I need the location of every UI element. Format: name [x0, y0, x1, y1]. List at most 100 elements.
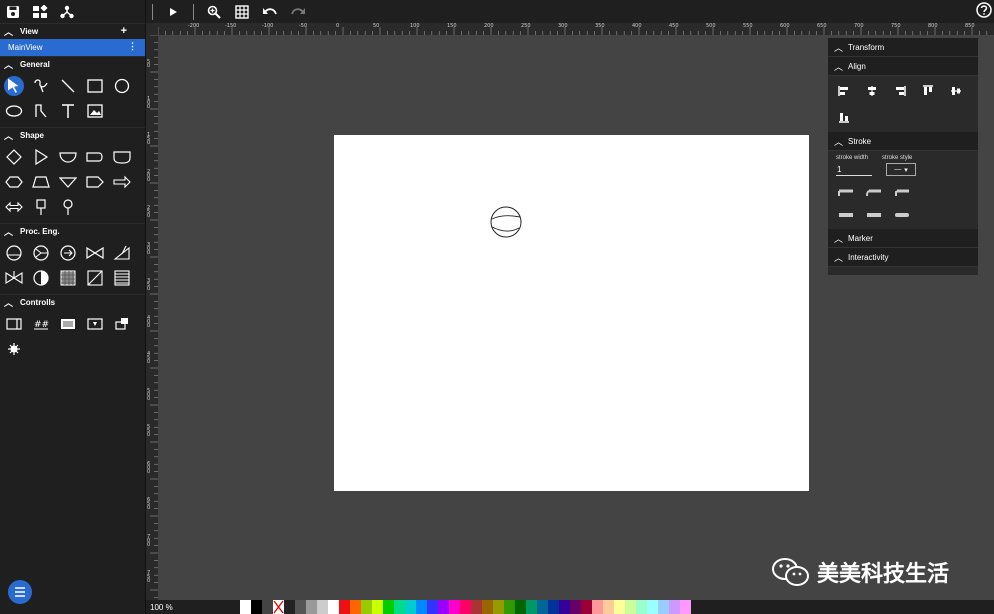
more-vert-icon[interactable]: ⋮ [128, 41, 137, 52]
color-swatch[interactable] [504, 600, 515, 614]
proc-lines-box[interactable] [108, 265, 135, 290]
proc-valve[interactable] [81, 240, 108, 265]
color-swatch[interactable] [339, 600, 350, 614]
panel-section-transform[interactable]: ︿ Transform [828, 38, 978, 57]
color-swatch[interactable] [449, 600, 460, 614]
proc-compressor[interactable] [27, 240, 54, 265]
color-swatch[interactable] [680, 600, 691, 614]
color-swatch[interactable] [537, 600, 548, 614]
tool-select[interactable] [0, 73, 27, 98]
color-swatch[interactable] [592, 600, 603, 614]
tool-image[interactable] [81, 98, 108, 123]
color-swatch[interactable] [493, 600, 504, 614]
color-swatch[interactable] [317, 600, 328, 614]
shape-double-arrow[interactable] [0, 194, 27, 219]
no-color-swatch[interactable] [273, 600, 284, 614]
linecap-round-icon[interactable] [860, 184, 888, 202]
color-swatch[interactable] [383, 600, 394, 614]
align-right-icon[interactable] [886, 80, 914, 102]
color-swatch[interactable] [636, 600, 647, 614]
shape-diamond[interactable] [0, 144, 27, 169]
hierarchy-icon[interactable] [60, 5, 74, 19]
color-swatch[interactable] [559, 600, 570, 614]
section-shape[interactable]: ︿ Shape [0, 127, 145, 143]
tool-circle[interactable] [108, 73, 135, 98]
panel-section-interactivity[interactable]: ︿ Interactivity [828, 248, 978, 267]
color-swatch[interactable] [361, 600, 372, 614]
run-button[interactable] [159, 0, 187, 23]
section-controls[interactable]: ︿ Controlls [0, 294, 145, 310]
color-swatch[interactable] [416, 600, 427, 614]
tool-rect[interactable] [81, 73, 108, 98]
proc-mixer[interactable] [0, 265, 27, 290]
color-swatch[interactable] [647, 600, 658, 614]
color-swatch[interactable] [614, 600, 625, 614]
shape-arrow[interactable] [108, 169, 135, 194]
color-swatch[interactable] [427, 600, 438, 614]
linejoin-miter-icon[interactable] [832, 206, 860, 224]
shape-triangle[interactable] [27, 144, 54, 169]
shape-hexagon[interactable] [0, 169, 27, 194]
proc-pump[interactable] [0, 240, 27, 265]
shape-trapezoid[interactable] [27, 169, 54, 194]
color-swatch[interactable] [372, 600, 383, 614]
shape-flag[interactable] [27, 194, 54, 219]
color-swatch[interactable] [471, 600, 482, 614]
color-swatch[interactable] [515, 600, 526, 614]
color-swatch[interactable] [350, 600, 361, 614]
color-swatch[interactable] [625, 600, 636, 614]
color-swatch[interactable] [570, 600, 581, 614]
save-icon[interactable] [6, 5, 20, 19]
ctrl-switch[interactable] [108, 311, 135, 336]
ctrl-select[interactable] [81, 311, 108, 336]
tool-text[interactable] [54, 98, 81, 123]
linejoin-bevel-icon[interactable] [860, 206, 888, 224]
color-swatch[interactable] [438, 600, 449, 614]
shape-roundrect[interactable] [81, 144, 108, 169]
help-button[interactable] [976, 2, 992, 23]
color-swatch[interactable] [658, 600, 669, 614]
color-swatch[interactable] [526, 600, 537, 614]
menu-fab-button[interactable] [8, 580, 32, 604]
align-middle-icon[interactable] [942, 80, 970, 102]
proc-half-circle[interactable] [27, 265, 54, 290]
zoom-button[interactable] [200, 0, 228, 23]
section-proc-eng[interactable]: ︿ Proc. Eng. [0, 223, 145, 239]
color-swatch[interactable] [295, 600, 306, 614]
align-left-icon[interactable] [830, 80, 858, 102]
panel-section-stroke[interactable]: ︿ Stroke [828, 132, 978, 151]
color-swatch[interactable] [328, 600, 339, 614]
tool-ellipse[interactable] [0, 98, 27, 123]
color-swatch[interactable] [482, 600, 493, 614]
add-view-icon[interactable]: + [121, 25, 127, 37]
color-swatch[interactable] [669, 600, 680, 614]
widgets-icon[interactable] [32, 4, 48, 19]
section-general[interactable]: ︿ General [0, 56, 145, 72]
shape-halfcircle[interactable] [54, 144, 81, 169]
panel-section-align[interactable]: ︿ Align [828, 57, 978, 76]
grid-button[interactable] [228, 0, 256, 23]
shape-pin[interactable] [54, 194, 81, 219]
shape-funnel[interactable] [54, 169, 81, 194]
ctrl-panel[interactable] [0, 311, 27, 336]
color-swatch[interactable] [394, 600, 405, 614]
tool-path[interactable] [27, 73, 54, 98]
align-top-icon[interactable] [914, 80, 942, 102]
tool-polyline[interactable] [27, 98, 54, 123]
proc-filter[interactable] [54, 265, 81, 290]
ctrl-value[interactable]: ## [27, 311, 54, 336]
color-swatch[interactable] [251, 600, 262, 614]
drawing-canvas[interactable] [334, 135, 809, 491]
shape-tank[interactable] [108, 144, 135, 169]
proc-slash-box[interactable] [81, 265, 108, 290]
ctrl-button[interactable] [54, 311, 81, 336]
panel-section-marker[interactable]: ︿ Marker [828, 229, 978, 248]
pump-shape[interactable] [490, 206, 522, 238]
color-swatch[interactable] [240, 600, 251, 614]
proc-control-valve[interactable] [108, 240, 135, 265]
color-swatch[interactable] [460, 600, 471, 614]
color-swatch[interactable] [603, 600, 614, 614]
view-item-mainview[interactable]: MainView ⋮ [0, 39, 145, 56]
section-view[interactable]: ︿ View + [0, 23, 145, 39]
tool-line[interactable] [54, 73, 81, 98]
